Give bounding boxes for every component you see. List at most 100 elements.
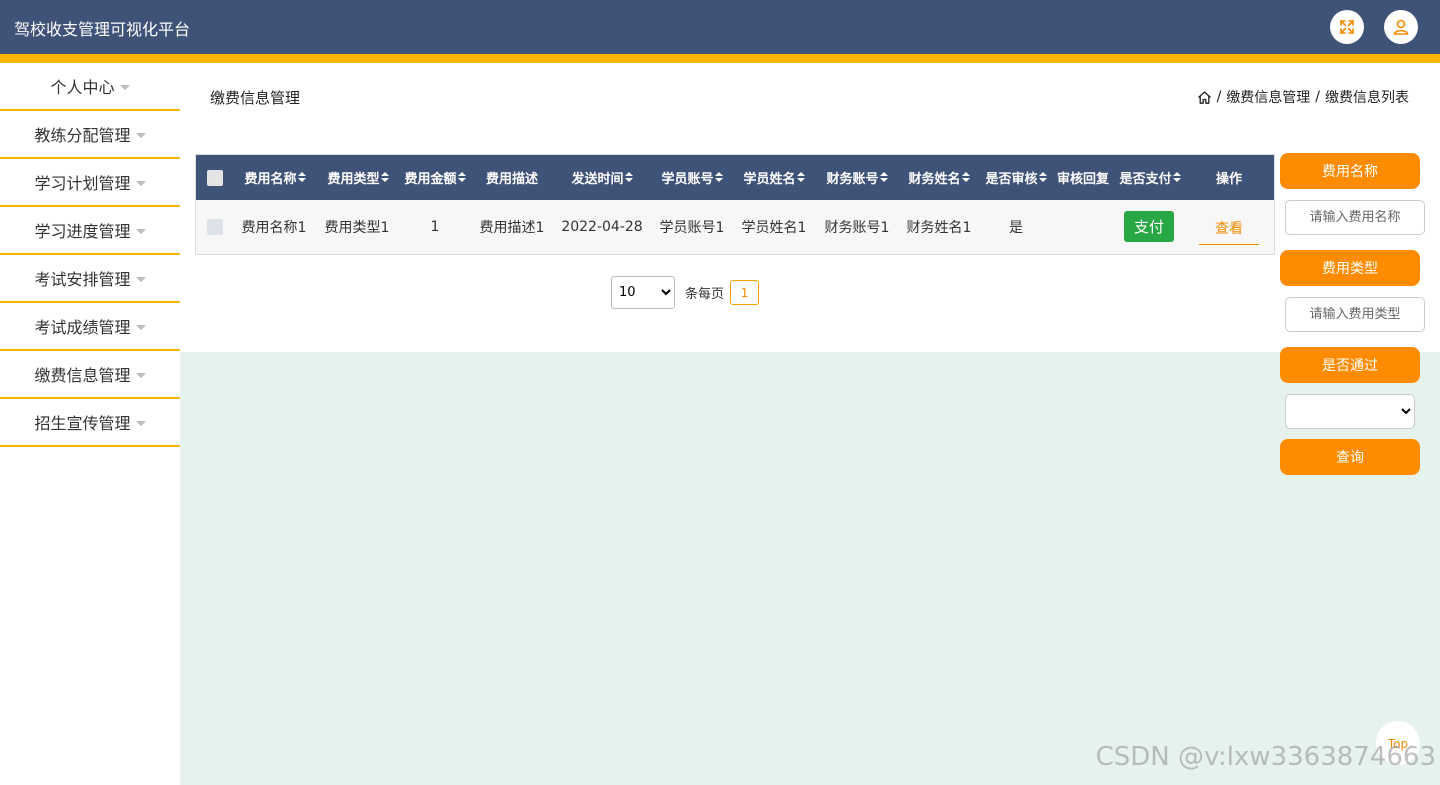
fee-type-input[interactable] — [1285, 297, 1425, 332]
header-accent-strip — [0, 54, 1440, 63]
sidebar-item-coach-assignment[interactable]: 教练分配管理 — [0, 111, 180, 159]
sidebar-item-label: 教练分配管理 — [34, 126, 131, 145]
column-header-send-time[interactable]: 发送时间 — [566, 155, 638, 200]
caret-down-icon — [135, 228, 146, 234]
fee-name-filter-label: 费用名称 — [1280, 153, 1420, 189]
per-page-label: 条每页 — [685, 287, 725, 302]
column-header-label: 审核回复 — [1056, 172, 1109, 187]
caret-down-icon — [135, 276, 146, 282]
pass-filter-label: 是否通过 — [1280, 347, 1420, 383]
sidebar-item-label: 学习进度管理 — [34, 222, 131, 241]
fee-type-filter-label: 费用类型 — [1280, 250, 1420, 286]
pagination: 10 条每页 1 — [611, 276, 760, 309]
cell-fee-type: 费用类型1 — [324, 220, 390, 236]
watermark: CSDN @v:lxw3363874663 — [1095, 742, 1436, 772]
caret-down-icon — [119, 84, 130, 90]
sidebar-item-exam-scores[interactable]: 考试成绩管理 — [0, 303, 180, 351]
sidebar-item-exam-schedule[interactable]: 考试安排管理 — [0, 255, 180, 303]
search-button[interactable]: 查询 — [1280, 439, 1420, 475]
user-icon — [1393, 19, 1409, 35]
sort-icon — [297, 172, 306, 183]
column-header-label: 学员姓名 — [743, 172, 796, 187]
cell-finance-name: 财务姓名1 — [906, 220, 972, 236]
column-header-label: 费用描述 — [485, 172, 538, 187]
caret-down-icon — [135, 132, 146, 138]
sort-icon — [380, 172, 389, 183]
fullscreen-button[interactable] — [1330, 10, 1364, 44]
row-checkbox[interactable] — [207, 219, 223, 235]
fee-name-input[interactable] — [1285, 200, 1425, 235]
user-button[interactable] — [1384, 10, 1418, 44]
sort-icon — [961, 172, 970, 183]
column-header-label: 操作 — [1215, 172, 1242, 187]
sort-icon — [1038, 172, 1047, 183]
app-title: 驾校收支管理可视化平台 — [14, 20, 191, 39]
column-header-fee-type[interactable]: 费用类型 — [325, 155, 391, 200]
sidebar-item-label: 考试成绩管理 — [34, 318, 131, 337]
column-header-label: 费用类型 — [327, 172, 380, 187]
select-all-checkbox[interactable] — [207, 170, 223, 186]
column-header-label: 财务账号 — [826, 172, 879, 187]
expand-icon — [1340, 20, 1354, 34]
breadcrumb-separator: / — [1315, 89, 1320, 105]
column-header-fee-amount[interactable]: 费用金额 — [402, 155, 468, 200]
breadcrumb-level2: 缴费信息列表 — [1325, 90, 1409, 106]
cell-audited: 是 — [1009, 220, 1023, 236]
column-header-actions: 操作 — [1199, 155, 1259, 200]
cell-audit-reply — [1053, 200, 1113, 254]
cell-fee-amount: 1 — [430, 219, 440, 235]
column-header-audit-reply: 审核回复 — [1053, 155, 1113, 200]
column-header-label: 发送时间 — [571, 172, 624, 187]
home-icon[interactable] — [1197, 90, 1212, 105]
table-row: 费用名称1 费用类型1 1 费用描述1 2022-04-28 学员账号1 学员姓… — [196, 200, 1274, 254]
caret-down-icon — [135, 420, 146, 426]
column-header-audited[interactable]: 是否审核 — [981, 155, 1051, 200]
sidebar-item-payment-info[interactable]: 缴费信息管理 — [0, 351, 180, 399]
sidebar-item-label: 个人中心 — [50, 78, 115, 97]
column-header-finance-name[interactable]: 财务姓名 — [904, 155, 974, 200]
sidebar-item-label: 学习计划管理 — [34, 174, 131, 193]
column-header-label: 费用名称 — [244, 172, 297, 187]
column-header-fee-name[interactable]: 费用名称 — [242, 155, 308, 200]
breadcrumb-separator: / — [1216, 89, 1222, 105]
sidebar-item-label: 考试安排管理 — [34, 270, 131, 289]
column-header-paid[interactable]: 是否支付 — [1115, 155, 1185, 200]
column-header-label: 学员账号 — [661, 172, 714, 187]
pass-select[interactable] — [1285, 394, 1415, 429]
caret-down-icon — [135, 324, 146, 330]
sidebar-item-study-plan[interactable]: 学习计划管理 — [0, 159, 180, 207]
view-button[interactable]: 查看 — [1199, 211, 1259, 245]
filter-panel: 费用名称 费用类型 是否通过 查询 — [1280, 153, 1425, 475]
cell-student-name: 学员姓名1 — [741, 220, 807, 236]
cell-send-time: 2022-04-28 — [561, 219, 643, 235]
sort-icon — [796, 172, 805, 183]
sidebar-item-personal-center[interactable]: 个人中心 — [0, 63, 180, 111]
table-header: 费用名称 费用类型 费用金额 费用描述 发送时间 学员账号 学员姓名 财务账号 … — [196, 155, 1274, 200]
column-header-finance-account[interactable]: 财务账号 — [822, 155, 892, 200]
sidebar-item-label: 缴费信息管理 — [34, 366, 131, 385]
sidebar-item-study-progress[interactable]: 学习进度管理 — [0, 207, 180, 255]
caret-down-icon — [135, 180, 146, 186]
pay-button[interactable]: 支付 — [1124, 211, 1174, 242]
sidebar-item-label: 招生宣传管理 — [34, 414, 131, 433]
column-header-student-account[interactable]: 学员账号 — [657, 155, 727, 200]
top-header: 驾校收支管理可视化平台 — [0, 0, 1440, 54]
page-title: 缴费信息管理 — [210, 89, 301, 107]
breadcrumb: / 缴费信息管理 / 缴费信息列表 — [1197, 87, 1409, 107]
sidebar: 个人中心 教练分配管理 学习计划管理 学习进度管理 考试安排管理 考试成绩管理 … — [0, 63, 180, 785]
cell-fee-desc: 费用描述1 — [479, 220, 545, 236]
sidebar-item-enrollment-promo[interactable]: 招生宣传管理 — [0, 399, 180, 447]
page-number-button[interactable]: 1 — [730, 280, 760, 305]
payment-table: 费用名称 费用类型 费用金额 费用描述 发送时间 学员账号 学员姓名 财务账号 … — [195, 154, 1275, 255]
column-header-label: 费用金额 — [404, 172, 457, 187]
column-header-student-name[interactable]: 学员姓名 — [739, 155, 809, 200]
cell-fee-name: 费用名称1 — [241, 220, 307, 236]
column-header-label: 是否审核 — [985, 172, 1038, 187]
caret-down-icon — [135, 372, 146, 378]
breadcrumb-level1[interactable]: 缴费信息管理 — [1226, 87, 1310, 107]
sort-icon — [879, 172, 888, 183]
page-size-select[interactable]: 10 — [611, 276, 675, 309]
column-header-label: 财务姓名 — [908, 172, 961, 187]
content-lower-area — [180, 352, 1440, 785]
sort-icon — [1172, 172, 1181, 183]
